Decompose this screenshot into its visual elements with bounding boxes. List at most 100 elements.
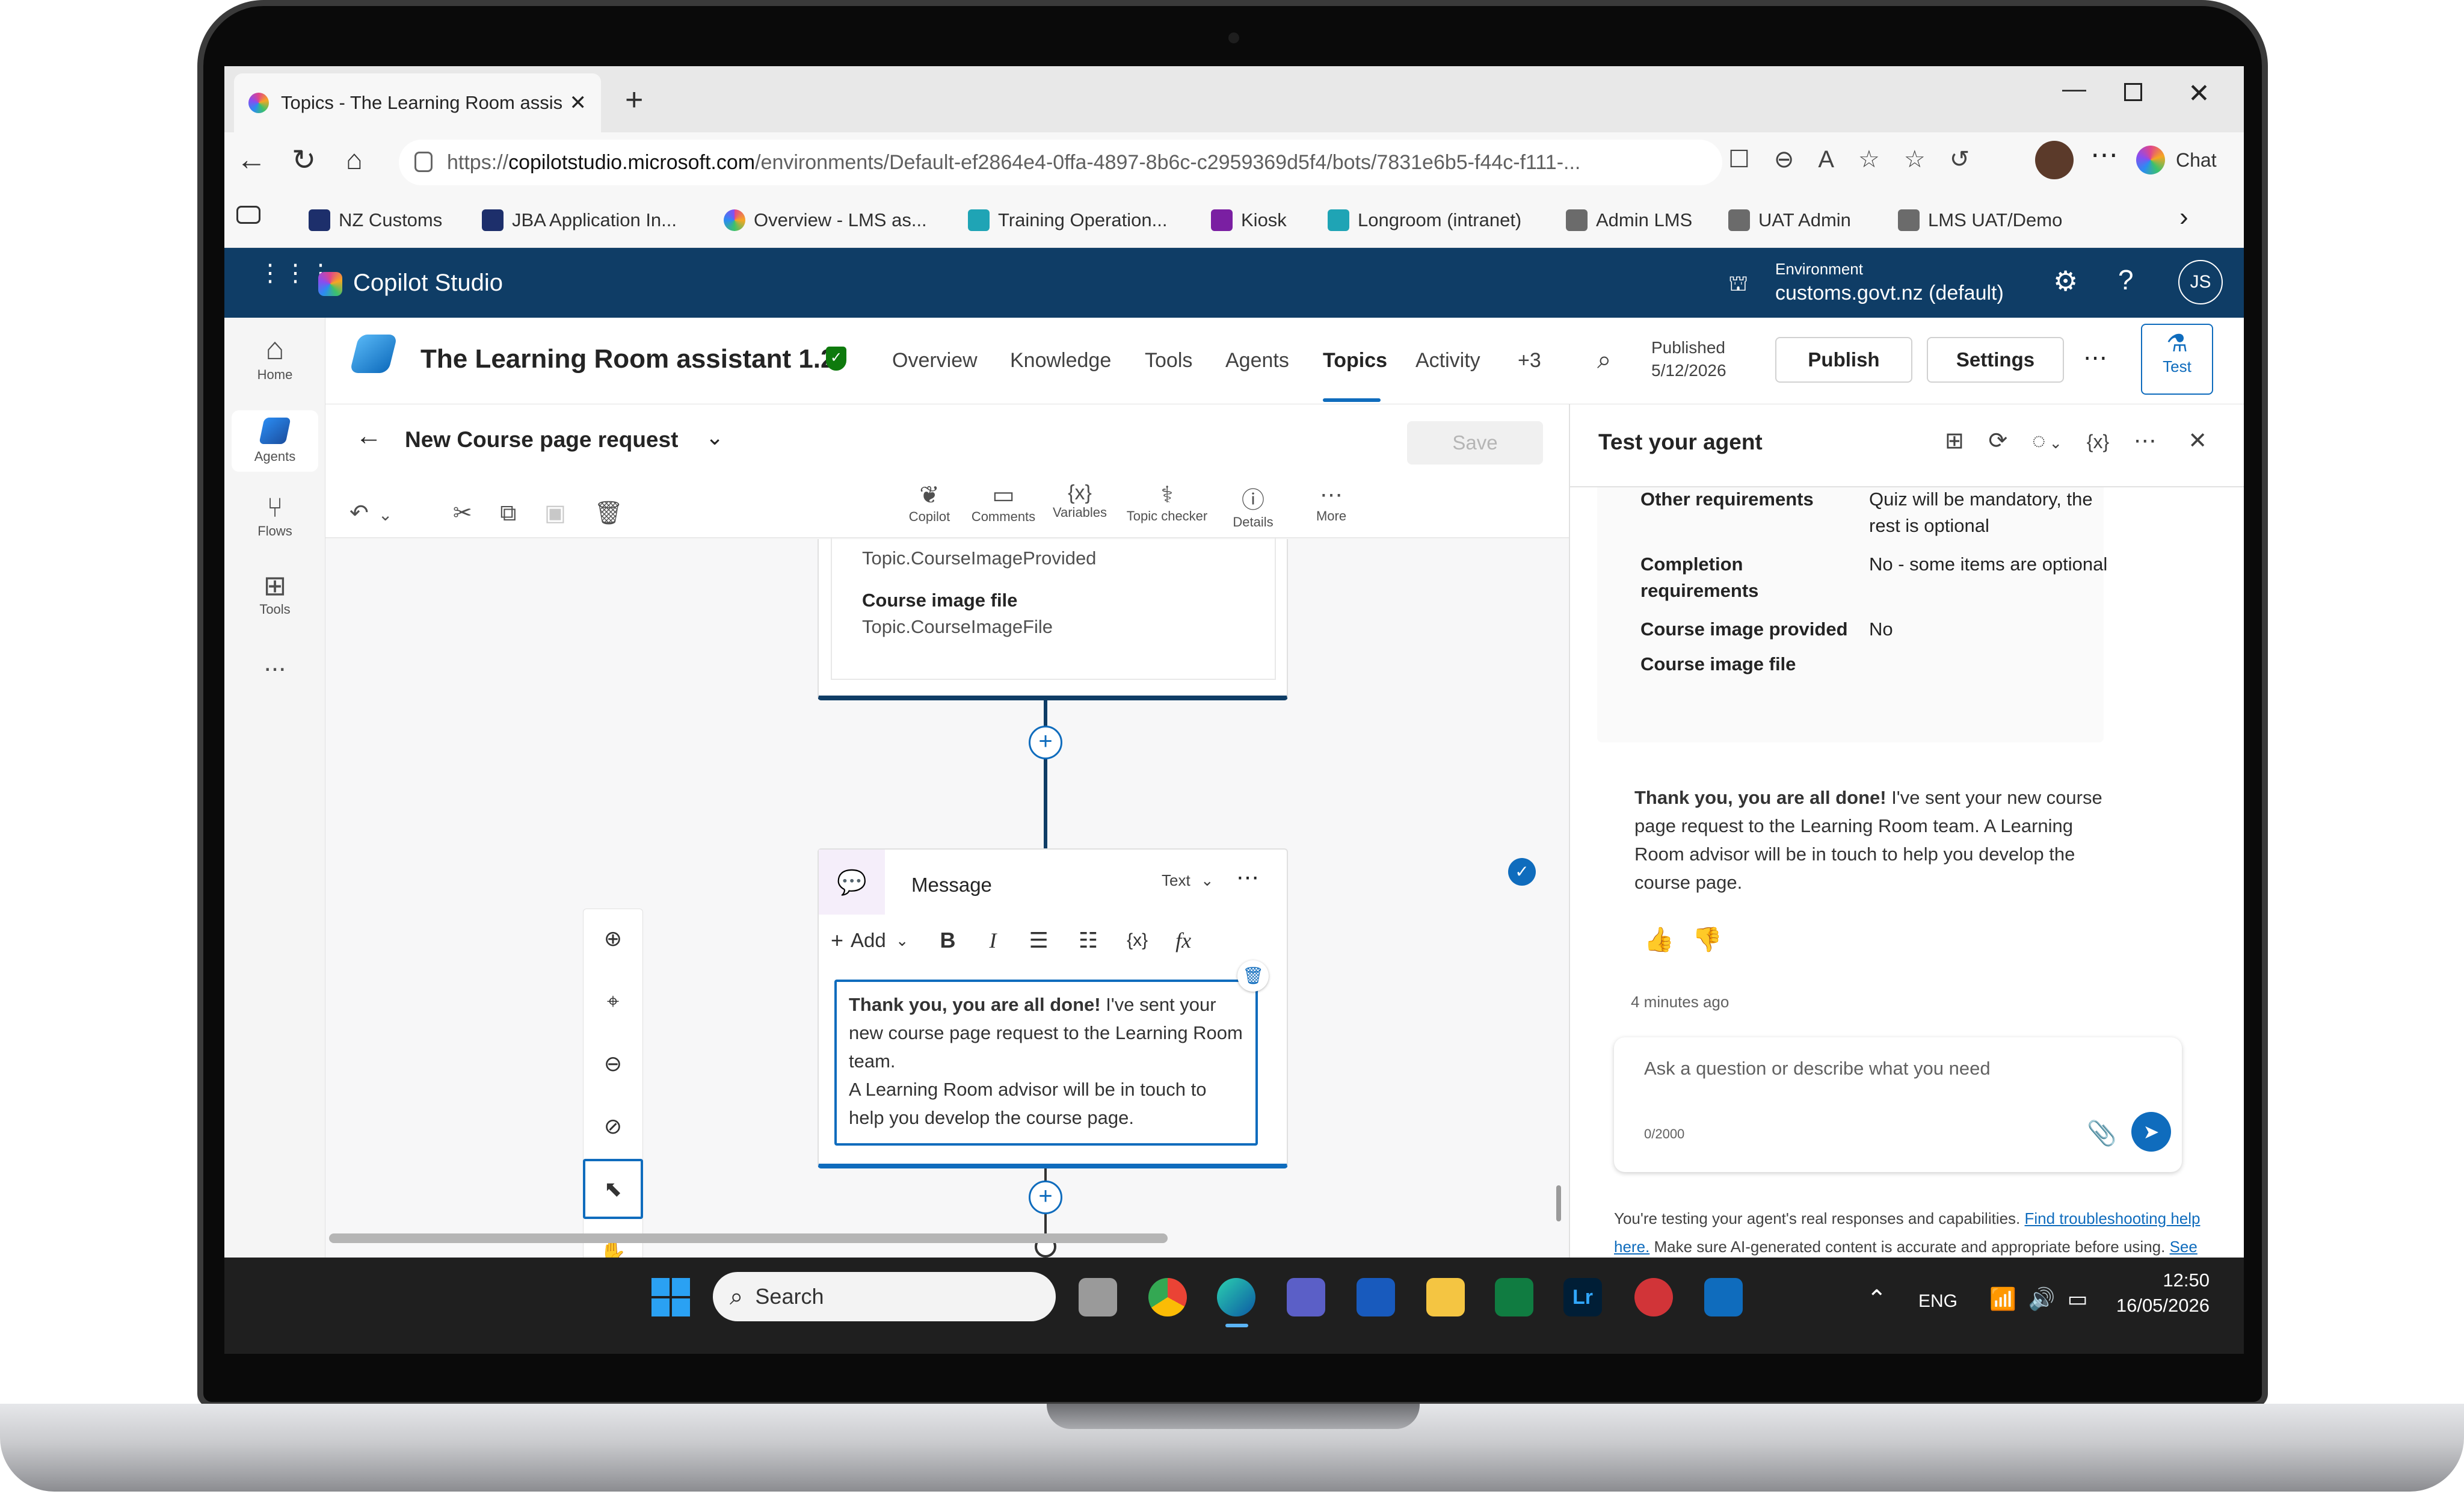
bookmark-item[interactable]: Training Operation... [968, 202, 1167, 238]
bullet-list-icon[interactable]: ☰ [1029, 928, 1049, 953]
outlook-icon[interactable] [1704, 1278, 1743, 1316]
delete-icon[interactable]: 🗑 [594, 501, 623, 526]
help-icon[interactable]: ? [2118, 264, 2134, 296]
test-button[interactable]: ⚗ Test [2141, 324, 2213, 395]
word-icon[interactable] [1357, 1278, 1395, 1316]
start-windows-icon[interactable] [651, 1278, 690, 1316]
chevron-down-icon[interactable]: ⌄ [896, 931, 909, 950]
recenter-icon[interactable]: ⌖ [583, 971, 643, 1031]
edge-icon[interactable] [1217, 1278, 1255, 1316]
lightroom-icon[interactable]: Lr [1563, 1278, 1602, 1316]
profile-avatar[interactable] [2035, 141, 2074, 179]
new-chat-icon[interactable]: ⊞ [1945, 428, 1964, 454]
add-icon[interactable]: + [831, 928, 843, 953]
file-explorer-icon[interactable] [1426, 1278, 1465, 1316]
chevron-right-icon[interactable]: › [2179, 202, 2188, 232]
excel-icon[interactable] [1495, 1278, 1533, 1316]
bookmark-item[interactable]: Admin LMS [1566, 202, 1692, 238]
back-arrow-icon[interactable]: ← [356, 421, 382, 451]
powerpoint-icon[interactable] [1634, 1278, 1673, 1316]
nav-tools[interactable]: Tools [1145, 349, 1192, 372]
home-icon[interactable]: ⌂ [346, 143, 363, 176]
question-node[interactable]: Topic.CourseImageProvided Course image f… [818, 538, 1288, 700]
language-indicator[interactable]: ENG [1918, 1291, 1957, 1312]
rail-agents[interactable]: Agents [232, 410, 318, 472]
bookmark-item[interactable]: JBA Application In... [482, 202, 677, 238]
italic-icon[interactable]: I [990, 928, 997, 953]
chevron-down-icon[interactable]: ⌄ [706, 425, 724, 450]
bookmark-item[interactable]: LMS UAT/Demo [1898, 202, 2062, 238]
bookmark-item[interactable]: UAT Admin [1728, 202, 1851, 238]
taskbar-search[interactable]: ⌕ Search [713, 1272, 1056, 1321]
chevron-up-icon[interactable]: ⌃ [1867, 1285, 1887, 1313]
zoom-in-icon[interactable]: ⊕ [583, 909, 643, 969]
chevron-down-icon[interactable]: ⌄ [378, 505, 392, 524]
thumbs-down-icon[interactable]: 👎 [1692, 925, 1722, 954]
track-icon[interactable]: ◌ [2032, 428, 2046, 454]
rail-home[interactable]: ⌂ Home [224, 331, 325, 383]
search-icon[interactable]: ⌕ [1597, 345, 1612, 375]
clock-time[interactable]: 12:50 [2133, 1270, 2210, 1291]
publish-button[interactable]: Publish [1775, 337, 1912, 383]
undo-icon[interactable]: ↶ [350, 501, 369, 526]
bookmark-item[interactable]: Overview - LMS as... [724, 202, 927, 238]
settings-gear-icon[interactable]: ⚙ [2053, 265, 2078, 297]
chat-input[interactable]: Ask a question or describe what you need [1644, 1058, 1991, 1079]
numbered-list-icon[interactable]: ☷ [1079, 928, 1098, 953]
cut-icon[interactable]: ✂ [453, 501, 472, 526]
chevron-down-icon[interactable]: ⌄ [2049, 434, 2062, 452]
extensions-icons[interactable]: ☐⊖A☆☆↺ [1728, 146, 1994, 173]
rail-more[interactable]: ... [224, 647, 325, 677]
agent-more-icon[interactable]: ⋯ [2083, 344, 2107, 372]
bookmark-item[interactable]: NZ Customs [309, 202, 442, 238]
refresh-icon[interactable]: ⟳ [1988, 428, 2007, 454]
copilot-chat-button[interactable]: Chat [2136, 141, 2217, 179]
bookmark-item[interactable]: Kiosk [1211, 202, 1287, 238]
environment-picker[interactable]: customs.govt.nz (default) [1775, 282, 2004, 305]
clock-date[interactable]: 16/05/2026 [2089, 1295, 2210, 1316]
nav-activity[interactable]: Activity [1415, 349, 1480, 372]
nav-knowledge[interactable]: Knowledge [1010, 349, 1111, 372]
tool-details[interactable]: ⓘ Details [1223, 481, 1283, 530]
refresh-icon[interactable]: ↻ [292, 143, 316, 177]
minimap-off-icon[interactable]: ⊘ [583, 1096, 643, 1156]
send-button[interactable]: ➤ [2131, 1112, 2171, 1152]
close-icon[interactable]: ✕ [2188, 428, 2207, 454]
message-text-editor[interactable]: Thank you, you are all done! I've sent y… [834, 980, 1258, 1146]
minimize-button[interactable]: — [2062, 76, 2086, 103]
node-more-icon[interactable]: ⋯ [1236, 864, 1259, 891]
nav-topics[interactable]: Topics [1323, 349, 1387, 372]
chrome-icon[interactable] [1148, 1278, 1187, 1316]
tool-comments[interactable]: ▭ Comments [968, 481, 1039, 525]
tool-variables[interactable]: {x} Variables [1046, 481, 1113, 520]
settings-button[interactable]: Settings [1927, 337, 2064, 383]
nav-more[interactable]: +3 [1518, 349, 1541, 372]
formula-icon[interactable]: fx [1175, 928, 1191, 953]
vertical-scrollbar[interactable] [1556, 1185, 1561, 1221]
task-view-icon[interactable] [1079, 1278, 1117, 1316]
horizontal-scrollbar[interactable] [329, 1233, 1168, 1243]
teams-icon[interactable] [1287, 1278, 1325, 1316]
paste-icon[interactable]: ▣ [544, 501, 566, 526]
system-tray-icons[interactable]: 📶🔊▭ [1989, 1286, 2100, 1312]
restore-button[interactable] [2124, 83, 2142, 101]
save-button[interactable]: Save [1407, 421, 1543, 465]
select-cursor-icon[interactable]: ⬉ [583, 1159, 643, 1219]
add-node-button[interactable]: + [1029, 1181, 1062, 1214]
browser-tab[interactable]: Topics - The Learning Room assist... ✕ [234, 73, 601, 132]
tool-topic-checker[interactable]: ⚕ Topic checker [1117, 481, 1217, 524]
more-icon[interactable]: ⋯ [2134, 428, 2157, 454]
new-tab-button[interactable]: + [625, 82, 643, 118]
nav-agents[interactable]: Agents [1225, 349, 1289, 372]
add-node-button[interactable]: + [1029, 726, 1062, 759]
chat-input-box[interactable]: Ask a question or describe what you need… [1614, 1037, 2182, 1172]
nav-overview[interactable]: Overview [892, 349, 978, 372]
copy-icon[interactable]: ⧉ [500, 501, 516, 526]
add-label[interactable]: Add [851, 929, 886, 952]
rail-tools[interactable]: ⊞ Tools [224, 569, 325, 617]
variables-icon[interactable]: {x} [2087, 431, 2109, 452]
reading-list-icon[interactable] [236, 206, 260, 224]
message-type-dropdown[interactable]: Text ⌄ [1162, 871, 1214, 890]
delete-variant-icon[interactable]: 🗑 [1237, 960, 1269, 992]
bookmark-item[interactable]: Longroom (intranet) [1328, 202, 1521, 238]
